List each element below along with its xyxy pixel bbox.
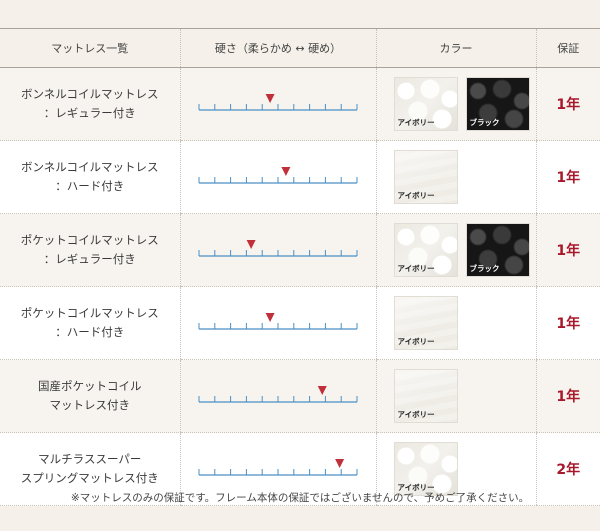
firmness-marker [281,167,291,176]
mattress-name-cell: ボンネルコイルマットレス ：レギュラー付き [0,67,180,141]
firmness-scale [198,313,358,330]
mattress-name: ポケットコイルマットレス [20,233,159,247]
warranty-value: 1年 [535,140,600,214]
table-row: ボンネルコイルマットレス ：ハード付きアイボリー 1年 [0,140,600,214]
firmness-marker [317,386,327,395]
mattress-comparison-page: マットレス一覧 硬さ（柔らかめ ↔ 硬め） カラー 保証 ボンネルコイルマットレ… [0,0,600,531]
color-cell: アイボリー ブラック [375,67,536,141]
color-swatch-label: アイボリー [397,410,435,419]
color-swatch-label: アイボリー [397,264,435,273]
firmness-cell [179,67,376,141]
mattress-name-cell: 国産ポケットコイル マットレス付き [0,359,180,433]
header-mattress-list: マットレス一覧 [0,28,180,68]
warranty-value: 1年 [535,213,600,287]
mattress-name: ポケットコイルマットレス [20,306,159,320]
table-body: ボンネルコイルマットレス ：レギュラー付き アイボリー ブラック 1年 ボンネルコイルマッ… [0,67,600,506]
firmness-scale [198,459,358,476]
mattress-subtype: スプリングマットレス付き [20,471,159,485]
color-swatch-label: ブラック [469,118,500,127]
table-row: ボンネルコイルマットレス ：レギュラー付き アイボリー ブラック 1年 [0,67,600,141]
color-swatch-label: アイボリー [397,191,435,200]
color-swatch-ivory-plain: アイボリー [393,369,458,423]
firmness-scale [198,240,358,257]
header-color: カラー [375,28,536,68]
mattress-subtype: ：ハード付き [55,325,125,339]
color-swatches: アイボリー [378,296,535,350]
mattress-subtype: マットレス付き [49,398,131,412]
color-cell: アイボリー [375,359,536,433]
firmness-cell [179,286,376,360]
color-swatch-ivory-plain: アイボリー [393,150,458,204]
color-swatch-black-quilted: ブラック [465,77,530,131]
firmness-scale [198,386,358,403]
mattress-name: ボンネルコイルマットレス [20,87,159,101]
table-row: ポケットコイルマットレス ：レギュラー付き アイボリー ブラック 1年 [0,213,600,287]
firmness-cell [179,213,376,287]
firmness-marker [246,240,256,249]
firmness-marker [335,459,345,468]
table-header-row: マットレス一覧 硬さ（柔らかめ ↔ 硬め） カラー 保証 [0,28,600,68]
color-swatches: アイボリー [378,442,535,496]
mattress-name-cell: ボンネルコイルマットレス ：ハード付き [0,140,180,214]
color-swatch-label: アイボリー [397,337,435,346]
color-cell: アイボリー [375,140,536,214]
firmness-marker [265,94,275,103]
table-row: ポケットコイルマットレス ：ハード付きアイボリー 1年 [0,286,600,360]
firmness-cell [179,359,376,433]
warranty-value: 1年 [535,359,600,433]
mattress-name-cell: ポケットコイルマットレス ：ハード付き [0,286,180,360]
color-swatch-ivory-quilted: アイボリー [393,223,458,277]
warranty-value: 1年 [535,286,600,360]
color-swatch-ivory-quilted: アイボリー [393,77,458,131]
firmness-scale [198,167,358,184]
table-row: 国産ポケットコイル マットレス付きアイボリー 1年 [0,359,600,433]
color-swatch-black-quilted: ブラック [465,223,530,277]
mattress-name: 国産ポケットコイル [38,379,142,393]
firmness-scale [198,94,358,111]
color-swatch-ivory-plain: アイボリー [393,296,458,350]
header-warranty: 保証 [535,28,600,68]
warranty-value: 1年 [535,67,600,141]
color-swatches: アイボリー [378,369,535,423]
mattress-subtype: ：ハード付き [55,179,125,193]
footer-note: ※マットレスのみの保証です。フレーム本体の保証ではございませんので、予めご了承く… [70,492,530,504]
firmness-cell [179,140,376,214]
color-cell: アイボリー [375,286,536,360]
firmness-marker [265,313,275,322]
mattress-name: ボンネルコイルマットレス [20,160,159,174]
color-swatches: アイボリー ブラック [378,223,535,277]
mattress-name: マルチラススーパー [38,452,142,466]
color-cell: アイボリー ブラック [375,213,536,287]
mattress-subtype: ：レギュラー付き [43,252,136,266]
color-swatches: アイボリー [378,150,535,204]
mattress-subtype: ：レギュラー付き [43,106,136,120]
header-firmness: 硬さ（柔らかめ ↔ 硬め） [179,28,376,68]
color-swatch-label: ブラック [469,264,500,273]
mattress-name-cell: ポケットコイルマットレス ：レギュラー付き [0,213,180,287]
color-swatch-ivory-quilted: アイボリー [393,442,458,496]
mattress-comparison-table: マットレス一覧 硬さ（柔らかめ ↔ 硬め） カラー 保証 ボンネルコイルマットレ… [0,28,600,506]
color-swatches: アイボリー ブラック [378,77,535,131]
color-swatch-label: アイボリー [397,118,435,127]
